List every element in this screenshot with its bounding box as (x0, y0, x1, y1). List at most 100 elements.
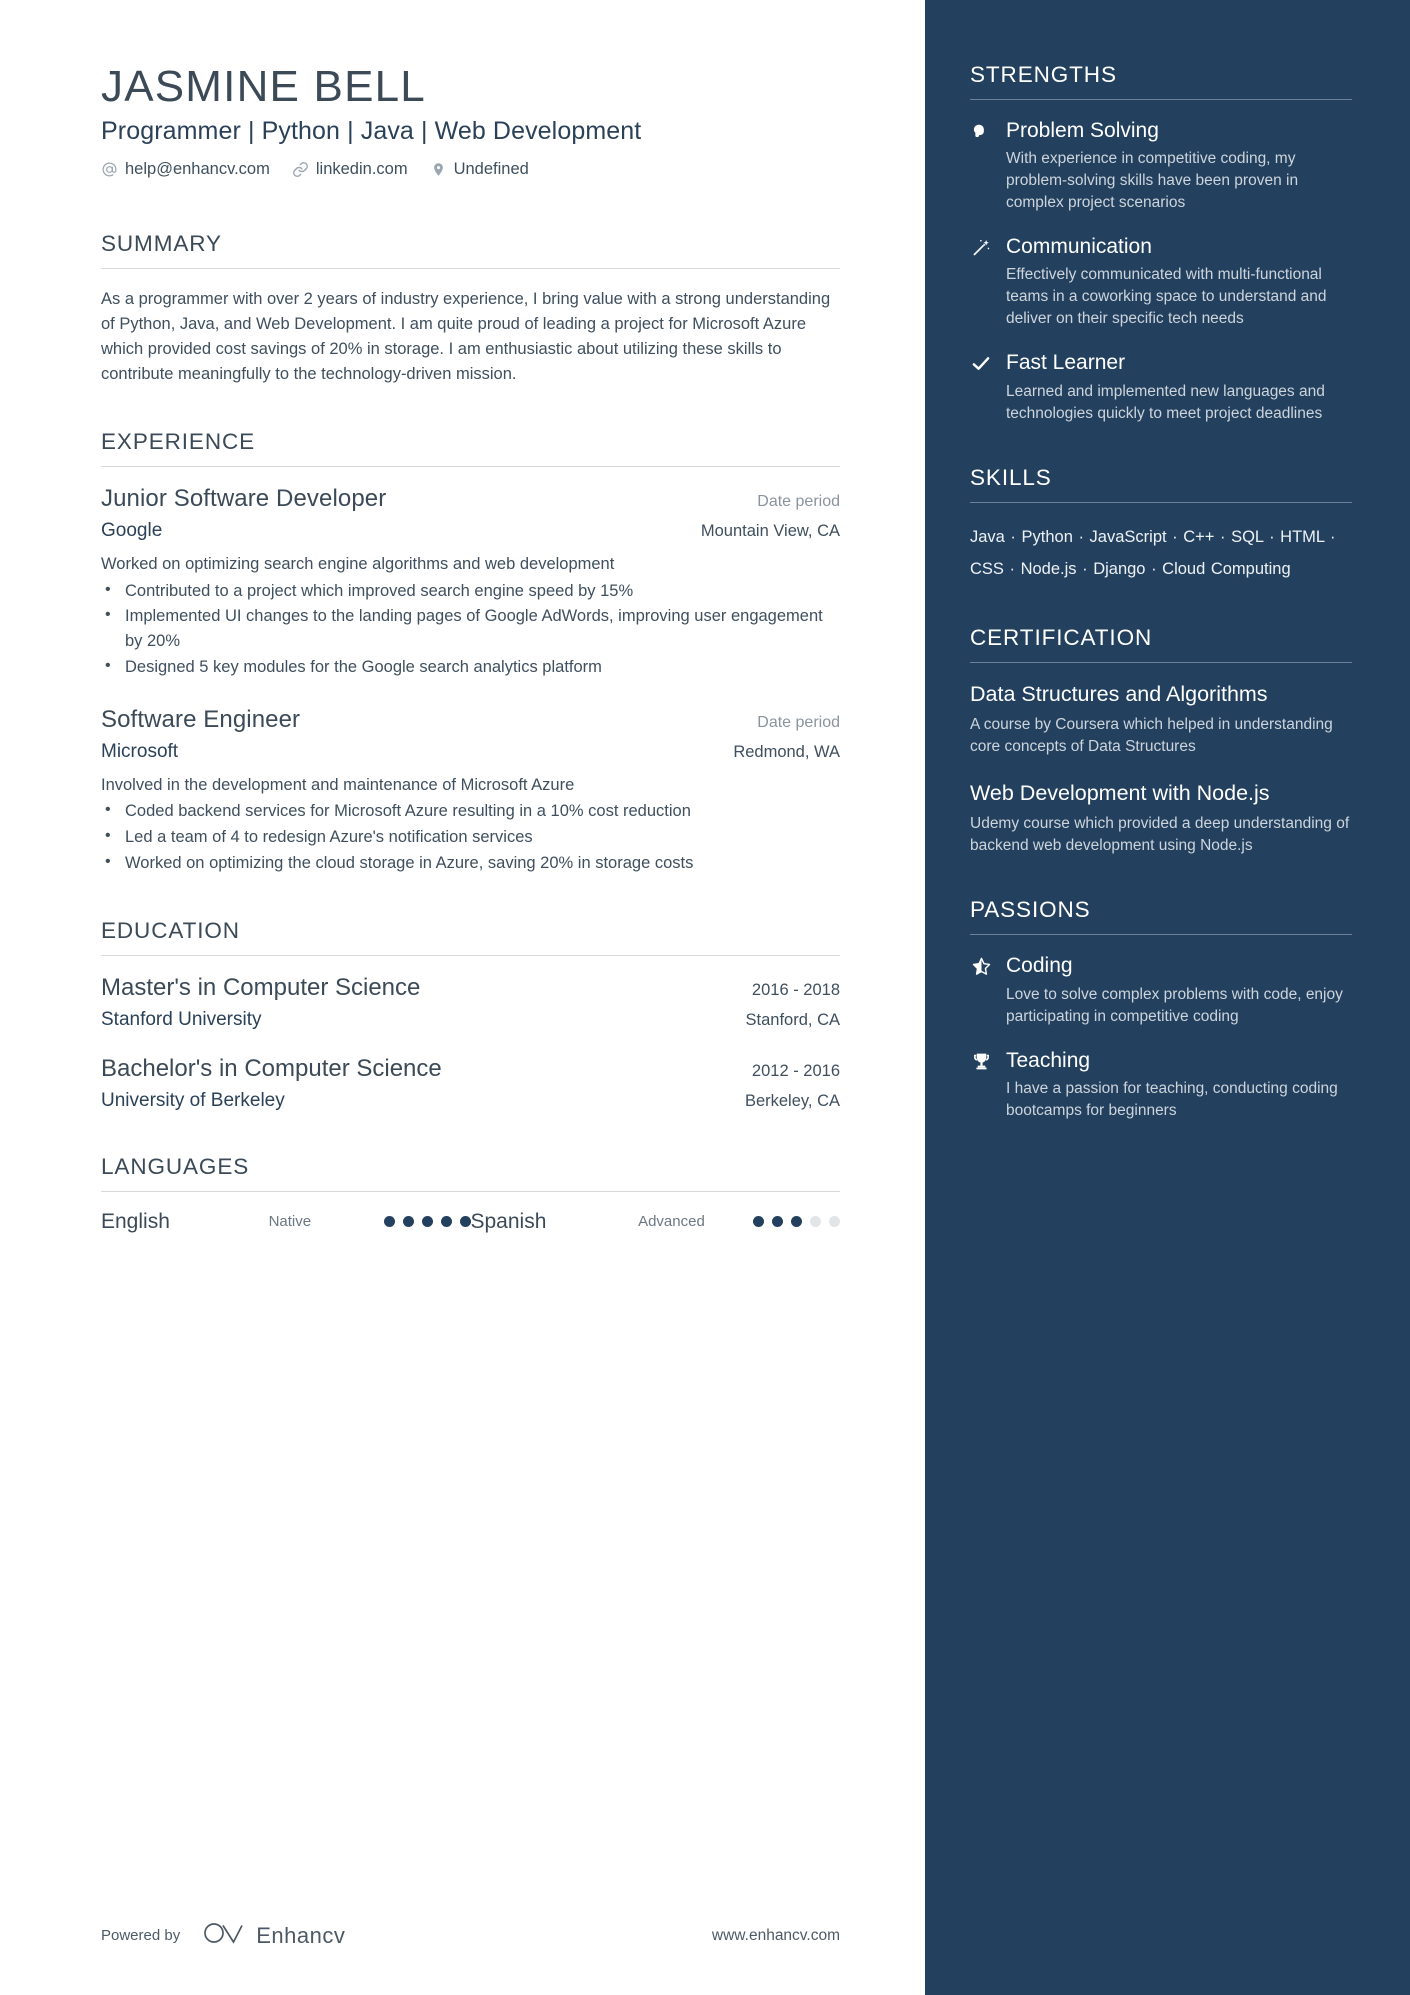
contact-location-text: Undefined (453, 159, 529, 178)
summary-divider (101, 267, 840, 269)
section-skills: SKILLS Java · Python · JavaScript · C++ … (970, 465, 1352, 585)
skills-heading: SKILLS (970, 464, 1052, 490)
passion-item: Coding Love to solve complex problems wi… (970, 953, 1352, 1027)
education-entry-header: Master's in Computer Science 2016 - 2018 (101, 974, 840, 1002)
education-entry: Master's in Computer Science 2016 - 2018… (101, 974, 840, 1031)
job-date: Date period (757, 492, 840, 510)
certification-heading: CERTIFICATION (970, 624, 1153, 650)
job-bullet: Implemented UI changes to the landing pa… (101, 603, 840, 654)
professional-headline: Programmer | Python | Java | Web Develop… (101, 116, 642, 145)
summary-heading: SUMMARY (101, 230, 222, 256)
language-name: English (101, 1209, 170, 1233)
job-bullet: Contributed to a project which improved … (101, 578, 840, 604)
school-name: Stanford University (101, 1008, 262, 1030)
certification-divider (970, 661, 1352, 663)
rating-dot-filled (459, 1216, 471, 1228)
contact-row: help@enhancv.com linkedin.com Undefined (101, 160, 840, 179)
at-icon (101, 161, 118, 178)
strength-description: With experience in competitive coding, m… (1006, 150, 1299, 212)
languages-divider (101, 1190, 840, 1192)
page-title: JASMINE BELL (101, 62, 426, 111)
job-bullet: Worked on optimizing the cloud storage i… (101, 850, 840, 876)
job-bullet: Designed 5 key modules for the Google se… (101, 654, 840, 680)
rating-dot-filled (753, 1216, 764, 1228)
resume-page: JASMINE BELL Programmer | Python | Java … (0, 0, 1410, 1995)
job-location: Mountain View, CA (700, 521, 840, 540)
job-title: Software Engineer (101, 705, 301, 733)
job-title: Junior Software Developer (101, 484, 387, 512)
job-bullet: Led a team of 4 to redesign Azure's noti… (101, 824, 840, 850)
strength-body: Fast Learner Learned and implemented new… (1006, 350, 1352, 424)
strength-description: Learned and implemented new languages an… (1006, 382, 1325, 422)
enhancv-brand-name: Enhancv (256, 1922, 346, 1948)
rating-dot-filled (421, 1216, 433, 1228)
certification-name: Web Development with Node.js (970, 781, 1270, 806)
powered-by-label: Powered by (101, 1927, 181, 1944)
language-rating (383, 1216, 471, 1228)
degree-title: Master's in Computer Science (101, 973, 421, 1001)
contact-location[interactable]: Undefined (430, 160, 529, 179)
powered-by-block: Powered by Enhancv (101, 1920, 345, 1951)
trophy-icon (970, 1048, 992, 1122)
experience-heading: EXPERIENCE (101, 428, 256, 454)
company-name: Google (101, 519, 163, 541)
strength-item: Fast Learner Learned and implemented new… (970, 350, 1352, 424)
contact-linkedin[interactable]: linkedin.com (292, 160, 408, 179)
summary-text: As a programmer with over 2 years of ind… (101, 289, 831, 383)
passion-description: I have a passion for teaching, conductin… (1006, 1079, 1338, 1119)
language-rating (753, 1216, 840, 1228)
section-summary: SUMMARY As a programmer with over 2 year… (101, 231, 840, 387)
job-bullet-list: Contributed to a project which improved … (101, 578, 840, 680)
contact-linkedin-text: linkedin.com (315, 159, 408, 178)
passion-name: Coding (1006, 954, 1073, 978)
language-item: Spanish Advanced (471, 1210, 840, 1234)
certification-item: Web Development with Node.js Udemy cours… (970, 780, 1352, 857)
skills-list: Java · Python · JavaScript · C++ · SQL ·… (970, 527, 1336, 578)
degree-date: 2016 - 2018 (751, 980, 840, 999)
strength-name: Problem Solving (1006, 119, 1159, 142)
language-item: English Native (101, 1210, 471, 1234)
education-entry-header: Bachelor's in Computer Science 2012 - 20… (101, 1055, 840, 1083)
link-icon (292, 161, 309, 178)
section-experience: EXPERIENCE Junior Software Developer Dat… (101, 429, 840, 876)
certification-description: Udemy course which provided a deep under… (970, 815, 1350, 855)
certification-name: Data Structures and Algorithms (970, 681, 1268, 706)
contact-email[interactable]: help@enhancv.com (101, 160, 270, 179)
strength-name: Fast Learner (1006, 351, 1126, 375)
experience-entry-header: Junior Software Developer Date period (101, 485, 840, 513)
education-heading: EDUCATION (101, 917, 240, 943)
education-divider (101, 954, 840, 956)
rating-dot-filled (791, 1216, 802, 1228)
education-entry-subheader: Stanford University Stanford, CA (101, 1009, 840, 1031)
experience-entry-subheader: Google Mountain View, CA (101, 520, 840, 542)
job-date: Date period (757, 713, 840, 731)
strength-description: Effectively communicated with multi-func… (1006, 266, 1327, 328)
experience-entry: Software Engineer Date period Microsoft … (101, 706, 840, 876)
enhancv-logo-icon (202, 1920, 246, 1951)
section-education: EDUCATION Master's in Computer Science 2… (101, 918, 840, 1112)
passions-divider (970, 934, 1352, 936)
certification-description: A course by Coursera which helped in und… (970, 716, 1333, 756)
languages-list: English Native Spanish Advanced (101, 1210, 840, 1234)
education-entry-subheader: University of Berkeley Berkeley, CA (101, 1090, 840, 1112)
magic-wand-icon (970, 234, 992, 330)
rating-dot-filled (440, 1216, 452, 1228)
degree-title: Bachelor's in Computer Science (101, 1054, 442, 1082)
degree-date: 2012 - 2016 (751, 1061, 840, 1080)
certification-item: Data Structures and Algorithms A course … (970, 681, 1352, 758)
strengths-heading: STRENGTHS (970, 62, 1117, 87)
location-pin-icon (430, 161, 447, 178)
section-languages: LANGUAGES English Native Spanish Advance… (101, 1154, 840, 1234)
passion-description: Love to solve complex problems with code… (1006, 985, 1343, 1025)
job-bullet-list: Coded backend services for Microsoft Azu… (101, 798, 840, 876)
experience-entry-subheader: Microsoft Redmond, WA (101, 741, 840, 763)
strength-name: Communication (1006, 235, 1152, 259)
section-strengths: STRENGTHS Problem Solving With experienc… (970, 62, 1352, 425)
rating-dot-filled (772, 1216, 783, 1228)
skills-divider (970, 501, 1352, 503)
section-certification: CERTIFICATION Data Structures and Algori… (970, 625, 1352, 857)
contact-email-text: help@enhancv.com (125, 159, 270, 178)
passion-item: Teaching I have a passion for teaching, … (970, 1048, 1352, 1122)
checkmark-icon (970, 350, 992, 424)
experience-divider (101, 465, 840, 467)
